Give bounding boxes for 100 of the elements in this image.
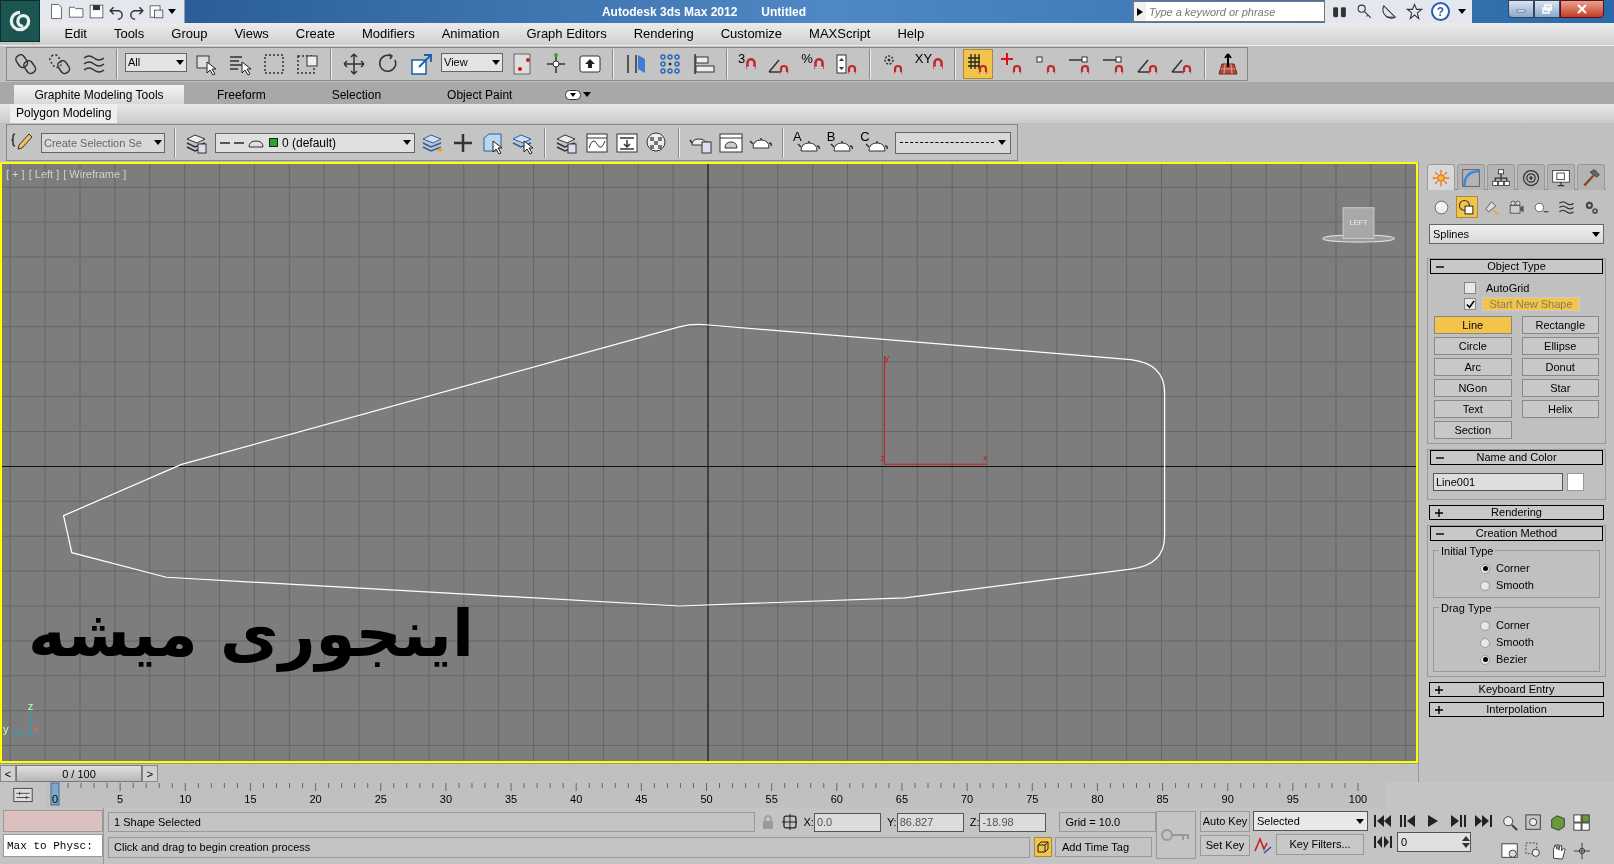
toolbar-button[interactable]: %: [798, 49, 828, 79]
go-to-start-icon[interactable]: [1373, 814, 1393, 828]
key-mode-toggle-icon[interactable]: [1373, 835, 1393, 849]
minimize-button[interactable]: [1508, 0, 1534, 18]
toolbar-button[interactable]: [963, 49, 994, 79]
object-type-button[interactable]: Ellipse: [1521, 337, 1599, 355]
coordinate-field[interactable]: 86.827: [896, 812, 964, 832]
key-filters-button[interactable]: Key Filters...: [1276, 834, 1364, 855]
star-icon[interactable]: [1406, 3, 1423, 20]
dropdown[interactable]: View: [441, 53, 503, 72]
radio-label[interactable]: Corner: [1496, 560, 1530, 577]
object-type-button[interactable]: NGon: [1434, 379, 1512, 397]
app-logo[interactable]: [0, 0, 40, 42]
menu-item[interactable]: Animation: [428, 24, 513, 44]
zoom-extents-all-icon[interactable]: [1573, 814, 1591, 832]
coordinate-field[interactable]: 0.0: [813, 812, 881, 832]
line-style-dropdown[interactable]: [894, 131, 1011, 154]
auto-key-button[interactable]: Auto Key: [1200, 811, 1250, 832]
restore-button[interactable]: [1534, 0, 1560, 18]
checkbox[interactable]: [1464, 298, 1476, 310]
curve-editor-icon[interactable]: [12, 787, 33, 803]
previous-frame-button[interactable]: <: [0, 764, 16, 782]
checker-sphere-icon[interactable]: [645, 130, 669, 155]
zoom-all-icon[interactable]: [1525, 814, 1543, 832]
menu-item[interactable]: Edit: [51, 24, 101, 44]
object-type-button[interactable]: Text: [1434, 400, 1512, 418]
object-type-button[interactable]: Helix: [1521, 400, 1599, 418]
teapot-icon[interactable]: [749, 136, 773, 149]
radio-label[interactable]: Corner: [1496, 617, 1530, 634]
radio-label[interactable]: Bezier: [1496, 651, 1528, 668]
object-type-button[interactable]: Line: [1434, 316, 1512, 334]
layer-dropdown[interactable]: 0 (default): [215, 132, 415, 153]
radio-button[interactable]: [1480, 654, 1490, 665]
dropdown-menu-icon[interactable]: [565, 89, 582, 100]
panel-tab[interactable]: [1547, 164, 1575, 190]
merge-window-icon[interactable]: [615, 130, 639, 155]
next-frame-icon[interactable]: [1448, 814, 1468, 828]
radio-button[interactable]: [1480, 580, 1490, 591]
time-tag-toggle[interactable]: [1034, 837, 1052, 857]
teapot-window-icon[interactable]: [719, 130, 743, 155]
orbit-icon[interactable]: [1573, 842, 1591, 860]
close-button[interactable]: [1560, 0, 1604, 18]
dropdown-arrow-icon[interactable]: [154, 140, 162, 145]
curve-window-icon[interactable]: [585, 130, 609, 155]
object-type-button[interactable]: Section: [1434, 421, 1512, 439]
menu-item[interactable]: Customize: [707, 24, 796, 44]
checkbox[interactable]: [1464, 282, 1476, 294]
zoom-extents-icon[interactable]: [1549, 814, 1567, 832]
menu-item[interactable]: Rendering: [620, 24, 708, 44]
selection-set-dropdown[interactable]: Create Selection Se: [41, 132, 165, 153]
frame-spinner[interactable]: 0: [1397, 832, 1471, 852]
ribbon-tab[interactable]: Selection: [298, 85, 415, 104]
object-type-button[interactable]: Donut: [1521, 358, 1599, 376]
menu-item[interactable]: Help: [884, 24, 938, 44]
project-folder-icon[interactable]: [148, 3, 165, 20]
current-frame-marker[interactable]: [50, 782, 60, 806]
radio-label[interactable]: Smooth: [1496, 634, 1534, 651]
track-bar-ruler[interactable]: 0 5 10 15 20 25 30 35 40 45 50 55 60 65 70 75 80 85 90 95 100: [45, 782, 1385, 808]
object-type-button[interactable]: Rectangle: [1521, 316, 1599, 334]
radio-button[interactable]: [1480, 620, 1490, 631]
color-swatch[interactable]: [1567, 473, 1584, 491]
rollout-header[interactable]: Interpolation: [1429, 702, 1604, 717]
menu-item[interactable]: Tools: [100, 24, 158, 44]
ribbon-tab[interactable]: Graphite Modeling Tools: [14, 85, 184, 104]
toolbar-button[interactable]: B: [826, 129, 855, 156]
object-type-button[interactable]: Arc: [1434, 358, 1512, 376]
rollout-header[interactable]: Object Type: [1430, 259, 1603, 274]
add-time-tag-button[interactable]: Add Time Tag: [1055, 837, 1152, 857]
dropdown-arrow-icon[interactable]: [403, 140, 411, 145]
set-key-mode-button[interactable]: Set Key: [1200, 835, 1250, 856]
name-field[interactable]: Line001: [1433, 473, 1563, 491]
dropdown-arrow-icon[interactable]: [583, 92, 592, 97]
time-slider-thumb[interactable]: 0 / 100: [16, 764, 142, 782]
time-config-icon[interactable]: [1501, 842, 1519, 860]
dropdown-arrow-icon[interactable]: [176, 60, 184, 65]
previous-frame-icon[interactable]: [1398, 814, 1418, 828]
object-type-button[interactable]: Star: [1521, 379, 1599, 397]
rollout-header[interactable]: Name and Color: [1430, 450, 1603, 465]
satellite-dish-icon[interactable]: [1381, 3, 1398, 20]
dropdown-arrow-icon[interactable]: [1592, 231, 1600, 237]
radio-button[interactable]: [1480, 563, 1490, 574]
rollout-header[interactable]: Rendering: [1429, 505, 1604, 520]
ribbon-tab[interactable]: Freeform: [184, 85, 299, 104]
dropdown-arrow-icon[interactable]: [1458, 9, 1466, 14]
coordinate-field[interactable]: -18.98: [979, 812, 1047, 832]
key-mode-dropdown[interactable]: Selected: [1253, 811, 1368, 831]
radio-label[interactable]: Smooth: [1496, 577, 1534, 594]
menu-item[interactable]: Modifiers: [348, 24, 429, 44]
toolbar-button[interactable]: A: [793, 129, 821, 156]
panel-tab[interactable]: [1487, 164, 1515, 190]
radio-button[interactable]: [1480, 637, 1490, 648]
dropdown-arrow-icon[interactable]: [1356, 818, 1364, 824]
save-icon[interactable]: [88, 3, 105, 20]
toolbar-button[interactable]: C: [860, 129, 889, 156]
panel-tab[interactable]: [1517, 164, 1545, 190]
rollout-header[interactable]: Creation Method: [1430, 526, 1603, 541]
dropdown-arrow-icon[interactable]: [997, 140, 1006, 145]
help-button[interactable]: ?: [1431, 2, 1450, 21]
category-button[interactable]: [1455, 196, 1478, 218]
dropdown[interactable]: All: [125, 53, 187, 72]
